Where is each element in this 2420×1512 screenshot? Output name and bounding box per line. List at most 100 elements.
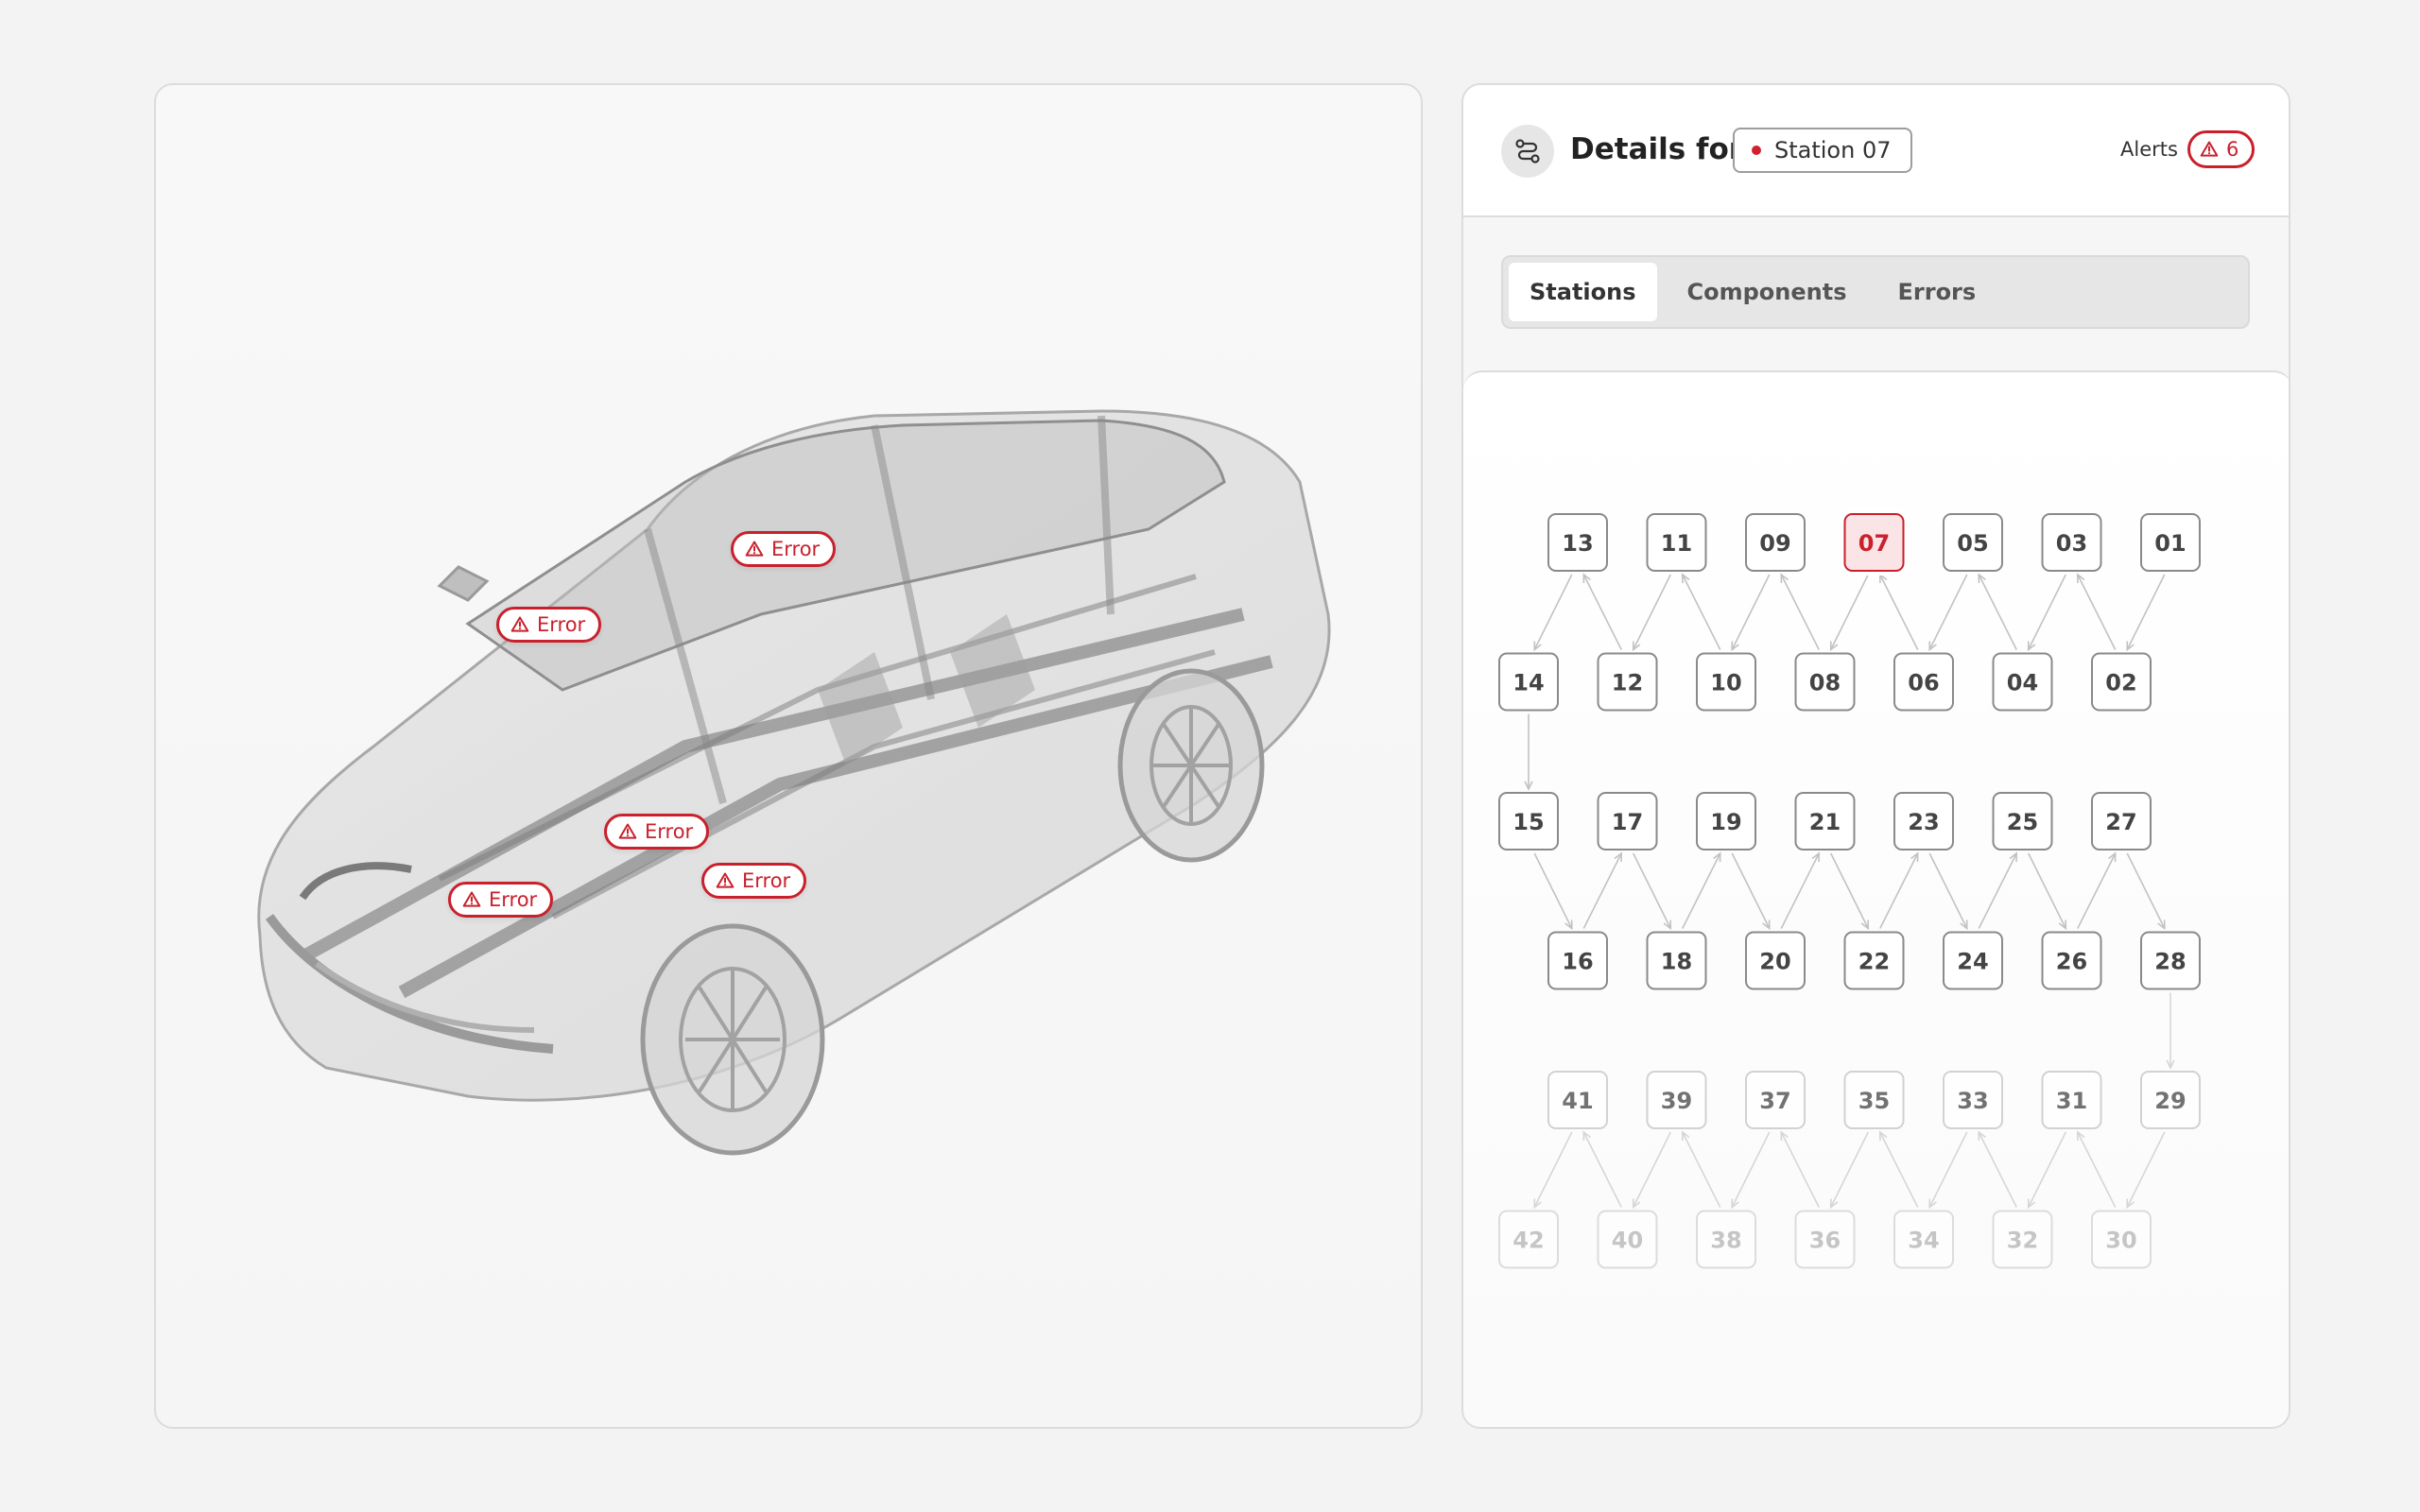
station-node-09[interactable]: 09 [1745,513,1806,572]
station-node-label: 12 [1612,670,1643,696]
station-node-label: 21 [1809,809,1841,835]
flow-connector [1682,574,1721,650]
station-node-34[interactable]: 34 [1893,1210,1954,1269]
station-node-01[interactable]: 01 [2140,513,2201,572]
station-node-03[interactable]: 03 [2041,513,2102,572]
station-node-35[interactable]: 35 [1843,1071,1905,1129]
station-node-label: 10 [1710,670,1741,696]
station-node-24[interactable]: 24 [1943,931,2003,990]
station-node-33[interactable]: 33 [1943,1071,2003,1129]
station-node-13[interactable]: 13 [1547,513,1608,572]
station-node-27[interactable]: 27 [2091,792,2152,850]
tab-stations[interactable]: Stations [1509,263,1657,321]
flow-connector [2126,574,2166,650]
station-node-19[interactable]: 19 [1696,792,1756,850]
tab-errors[interactable]: Errors [1877,263,1997,321]
flow-connector [1879,574,1919,650]
flow-connector [1633,574,1671,650]
station-node-label: 16 [1562,949,1593,975]
flow-connector [1978,852,2017,929]
flow-connector [1633,1131,1671,1208]
station-node-label: 01 [2154,530,2186,557]
station-node-11[interactable]: 11 [1646,513,1707,572]
flow-connector [2077,1131,2117,1208]
station-node-38[interactable]: 38 [1696,1210,1756,1269]
flow-connector [1731,574,1771,650]
station-node-42[interactable]: 42 [1498,1210,1559,1269]
vehicle-viewer[interactable]: Error Error Error Error Error [154,83,1423,1429]
error-marker-label: Error [645,820,694,843]
station-node-10[interactable]: 10 [1696,652,1756,712]
station-node-label: 36 [1809,1228,1841,1254]
station-node-39[interactable]: 39 [1646,1071,1707,1129]
station-graph: 13 11 09 07 05 03 01 14 12 10 08 06 04 02 15 17 19 21 23 25… [1498,509,2201,1269]
flow-connector [1830,852,1869,929]
station-node-06[interactable]: 06 [1893,652,1954,712]
flow-connector [1879,1131,1919,1208]
station-node-label: 25 [2007,809,2038,835]
station-node-40[interactable]: 40 [1597,1210,1658,1269]
station-node-label: 14 [1512,670,1544,696]
station-node-label: 42 [1512,1228,1544,1254]
flow-connector [1978,1131,2017,1208]
flow-connector [1731,852,1771,929]
flow-connector [2028,1131,2066,1208]
station-node-41[interactable]: 41 [1547,1071,1608,1129]
station-node-25[interactable]: 25 [1992,792,2053,850]
error-marker[interactable]: Error [604,814,710,850]
error-marker[interactable]: Error [496,607,602,643]
station-node-07[interactable]: 07 [1840,509,1909,576]
station-node-22[interactable]: 22 [1843,931,1905,990]
error-marker-label: Error [537,613,586,636]
details-panel: Details for Station 07 Alerts 6 Stations… [1461,83,2290,1429]
station-node-32[interactable]: 32 [1992,1210,2053,1269]
station-node-04[interactable]: 04 [1992,652,2053,712]
flow-connector [2126,852,2166,929]
station-node-14[interactable]: 14 [1498,652,1559,712]
tab-components[interactable]: Components [1667,263,1868,321]
station-node-label: 13 [1562,530,1593,557]
station-node-label: 18 [1661,949,1692,975]
station-node-label: 28 [2154,949,2186,975]
station-node-37[interactable]: 37 [1745,1071,1806,1129]
station-node-29[interactable]: 29 [2140,1071,2201,1129]
alerts-badge[interactable]: 6 [2187,130,2256,168]
station-node-17[interactable]: 17 [1597,792,1658,850]
station-node-28[interactable]: 28 [2140,931,2201,990]
station-node-label: 15 [1512,809,1544,835]
station-node-26[interactable]: 26 [2041,931,2102,990]
details-header: Details for Station 07 Alerts 6 [1463,85,2289,217]
error-marker-label: Error [489,888,538,911]
station-node-21[interactable]: 21 [1794,792,1856,850]
station-node-23[interactable]: 23 [1893,792,1954,850]
warning-triangle-icon [745,541,764,557]
station-node-30[interactable]: 30 [2091,1210,2152,1269]
error-marker[interactable]: Error [448,882,554,918]
alerts-label: Alerts [2120,138,2178,161]
error-marker[interactable]: Error [701,863,807,899]
station-node-31[interactable]: 31 [2041,1071,2102,1129]
station-node-05[interactable]: 05 [1943,513,2003,572]
station-node-label: 17 [1612,809,1643,835]
station-node-18[interactable]: 18 [1646,931,1707,990]
selected-station-chip[interactable]: Station 07 [1733,128,1912,173]
flow-connector [1633,852,1671,929]
flow-connector [2077,574,2117,650]
vehicle-xray-model [257,409,1331,1156]
station-node-08[interactable]: 08 [1794,652,1856,712]
station-node-12[interactable]: 12 [1597,652,1658,712]
station-node-label: 05 [1957,530,1988,557]
station-node-16[interactable]: 16 [1547,931,1608,990]
station-node-label: 41 [1562,1088,1593,1114]
station-node-36[interactable]: 36 [1794,1210,1856,1269]
error-marker[interactable]: Error [731,531,837,567]
station-graph-area[interactable]: 13 11 09 07 05 03 01 14 12 10 08 06 04 02 15 17 19 21 23 25… [1463,370,2289,1427]
warning-triangle-icon [510,616,529,632]
flow-connector [1928,852,1968,929]
station-node-02[interactable]: 02 [2091,652,2152,712]
station-node-15[interactable]: 15 [1498,792,1559,850]
flow-connector [1533,574,1573,650]
station-node-20[interactable]: 20 [1745,931,1806,990]
station-node-label: 22 [1858,949,1890,975]
station-node-label: 33 [1957,1088,1988,1114]
